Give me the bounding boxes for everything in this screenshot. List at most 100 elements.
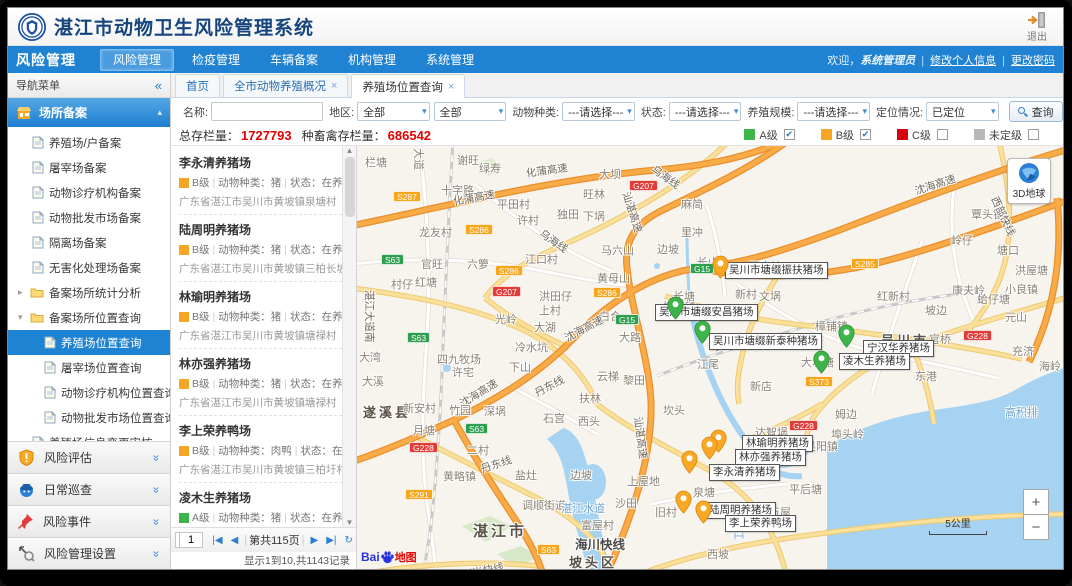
zoom-in-button[interactable]: +	[1023, 489, 1049, 515]
scale-select[interactable]: ---请选择---▾	[797, 102, 870, 121]
sidebar-item-动物诊疗机构备案[interactable]: 动物诊疗机构备案	[8, 180, 170, 205]
map-viewport[interactable]: 栏塘大道谢旺绿寿十字路化蒲高速化蒲高速平田村许村龙友村官旺六箩江口村马六山黄母山…	[357, 146, 1063, 569]
map-label: 塘口	[997, 242, 1019, 258]
sidebar-section-label: 风险事件	[43, 513, 91, 530]
status-select[interactable]: ---请选择---▾	[669, 102, 742, 121]
farm-list-item[interactable]: 李上荣养鸭场B级|动物种类：肉鸭|状态：在养广东省湛江市吴川市黄坡镇三柏圩村	[179, 416, 342, 483]
map-label: 红塘	[415, 274, 437, 290]
farm-list-item[interactable]: 凌木生养猪场A级|动物种类：猪|状态：在养广东省湛江市吴川市振文镇罗里上地村	[179, 483, 342, 527]
top-nav: 风险管理 风险管理检疫管理车辆备案机构管理系统管理 欢迎，系统管理员|修改个人信…	[8, 46, 1063, 73]
map-pin-吴川市塘缀安昌猪场[interactable]	[667, 296, 684, 321]
region-select-2[interactable]: 全部▾	[434, 102, 507, 121]
sidebar-item-动物批发市场位置查询[interactable]: 动物批发市场位置查询	[8, 405, 170, 430]
tree-expanded-icon[interactable]: ▾	[18, 312, 28, 323]
document-icon	[44, 411, 56, 424]
sidebar-section-日常巡查[interactable]: 日常巡查»	[8, 473, 170, 505]
change-password-link[interactable]: 更改密码	[1011, 55, 1055, 67]
nav-tab-检疫管理[interactable]: 检疫管理	[180, 50, 252, 70]
sidebar-item-label: 养殖场位置查询	[61, 335, 142, 351]
legend-checkbox[interactable]: ✔	[860, 129, 871, 140]
search-button[interactable]: 查询	[1009, 101, 1063, 122]
marker-label[interactable]: 吴川市塘缀振扶猪场	[725, 262, 828, 279]
tab-首页[interactable]: 首页	[175, 74, 220, 97]
map-label: 沙田	[615, 495, 637, 511]
sidebar-item-label: 无害化处理场备案	[49, 260, 141, 276]
marker-label[interactable]: 凌木生养猪场	[839, 353, 910, 370]
next-page-button[interactable]: ▶	[311, 535, 319, 546]
map-label: 大坝	[599, 166, 621, 182]
map-label: 蛤仔塘	[977, 291, 1010, 307]
map-pin-林亦强养猪场[interactable]	[701, 436, 718, 461]
legend-checkbox[interactable]: ✔	[784, 129, 795, 140]
prev-page-button[interactable]: ◀	[231, 535, 239, 546]
globe-3d-button[interactable]: 3D地球	[1007, 158, 1051, 204]
species-select[interactable]: ---请选择---▾	[562, 102, 635, 121]
username: 系统管理员	[860, 55, 915, 67]
name-filter-input[interactable]	[211, 102, 323, 121]
nav-brand: 风险管理	[16, 50, 76, 70]
legend-checkbox[interactable]	[937, 129, 948, 140]
sidebar-section-风险评估[interactable]: 风险评估»	[8, 441, 170, 473]
location-select[interactable]: 已定位▾	[926, 102, 999, 121]
sidebar-item-动物诊疗机构位置查询[interactable]: 动物诊疗机构位置查询	[8, 380, 170, 405]
farm-list-item[interactable]: 李永清养猪场B级|动物种类：猪|状态：在养广东省湛江市吴川市黄坡镇泉塘村	[179, 148, 342, 215]
tab-全市动物养殖概况[interactable]: 全市动物养殖概况×	[223, 74, 348, 97]
sidebar-item-隔离场备案[interactable]: 隔离场备案	[8, 230, 170, 255]
logout-button[interactable]: 退出	[1027, 11, 1047, 43]
marker-label[interactable]: 吴川市塘缀新泰种猪场	[709, 333, 822, 350]
sidebar-item-养殖场位置查询[interactable]: 养殖场位置查询	[8, 330, 170, 355]
region-select-1[interactable]: 全部▾	[357, 102, 430, 121]
nav-tab-车辆备案[interactable]: 车辆备案	[258, 50, 330, 70]
sidebar-collapse-icon[interactable]: «	[155, 78, 162, 93]
sidebar-section-premises[interactable]: 场所备案 ▴	[8, 98, 170, 127]
nav-tab-风险管理[interactable]: 风险管理	[100, 49, 174, 71]
close-icon[interactable]: ×	[448, 81, 454, 93]
farm-species: 动物种类：猪	[218, 242, 281, 257]
sidebar-item-label: 动物诊疗机构位置查询	[61, 385, 170, 401]
map-label: 坎头	[663, 402, 685, 418]
tab-养殖场位置查询[interactable]: 养殖场位置查询×	[351, 74, 465, 98]
farm-list-scrollbar[interactable]: ▲▼	[342, 146, 356, 527]
map-label: 黄母山	[597, 270, 630, 286]
farm-list-item[interactable]: 林亦强养猪场B级|动物种类：猪|状态：在养广东省湛江市吴川市黄坡镇塘禄村	[179, 349, 342, 416]
sidebar-item-养殖场信息变更审核[interactable]: 养殖场信息变更审核	[8, 430, 170, 441]
map-pin-吴川市塘缀振扶猪场[interactable]	[712, 255, 729, 280]
marker-label[interactable]: 李永清养猪场	[709, 464, 780, 481]
marker-label[interactable]: 李上荣养鸭场	[725, 515, 796, 532]
sidebar-section-风险事件[interactable]: 风险事件»	[8, 505, 170, 537]
sidebar-item-无害化处理场备案[interactable]: 无害化处理场备案	[8, 255, 170, 280]
page-number-input[interactable]	[179, 532, 203, 548]
nav-tab-机构管理[interactable]: 机构管理	[336, 50, 408, 70]
map-pin-李永清养猪场[interactable]	[681, 450, 698, 475]
legend-checkbox[interactable]	[1028, 129, 1039, 140]
sidebar-item-动物批发市场备案[interactable]: 动物批发市场备案	[8, 205, 170, 230]
map-pin-李上荣养鸭场[interactable]	[695, 500, 712, 525]
sidebar-section-风险管理设置[interactable]: 风险管理设置»	[8, 537, 170, 569]
sidebar-item-屠宰场备案[interactable]: 屠宰场备案	[8, 155, 170, 180]
map-pin-陆周明养猪场[interactable]	[675, 490, 692, 515]
tree-collapsed-icon[interactable]: ▸	[18, 287, 28, 298]
pin-icon	[18, 513, 34, 530]
last-page-button[interactable]: ▶|	[326, 535, 336, 546]
map-pin-吴川市塘缀新泰种猪场[interactable]	[694, 320, 711, 345]
page-title: 湛江市动物卫生风险管理系统	[54, 13, 314, 40]
map-label: 西头	[578, 413, 600, 429]
zoom-out-button[interactable]: −	[1023, 514, 1049, 540]
farm-list-item[interactable]: 林瑜明养猪场B级|动物种类：猪|状态：在养广东省湛江市吴川市黄坡镇塘禄村	[179, 282, 342, 349]
sidebar-item-备案场所位置查询[interactable]: ▾备案场所位置查询	[8, 305, 170, 330]
sidebar-item-养殖场/户备案[interactable]: 养殖场/户备案	[8, 130, 170, 155]
map-pin-宁汉华养猪场[interactable]	[838, 324, 855, 349]
close-icon[interactable]: ×	[331, 80, 337, 92]
refresh-button[interactable]: ↻	[345, 535, 353, 546]
name-filter-label: 名称:	[183, 104, 208, 120]
farm-list-item[interactable]: 陆周明养猪场B级|动物种类：猪|状态：在养广东省湛江市吴川市黄坡镇三柏长坡村	[179, 215, 342, 282]
road-badge-S63: S63	[537, 544, 560, 555]
edit-profile-link[interactable]: 修改个人信息	[930, 55, 996, 67]
map-pin-凌木生养猪场[interactable]	[813, 350, 830, 375]
sidebar-item-屠宰场位置查询[interactable]: 屠宰场位置查询	[8, 355, 170, 380]
map-label: 许宅	[452, 364, 474, 380]
first-page-button[interactable]: |◀	[212, 535, 222, 546]
chevron-down-icon: ▾	[499, 106, 504, 117]
nav-tab-系统管理[interactable]: 系统管理	[414, 50, 486, 70]
sidebar-item-备案场所统计分析[interactable]: ▸备案场所统计分析	[8, 280, 170, 305]
